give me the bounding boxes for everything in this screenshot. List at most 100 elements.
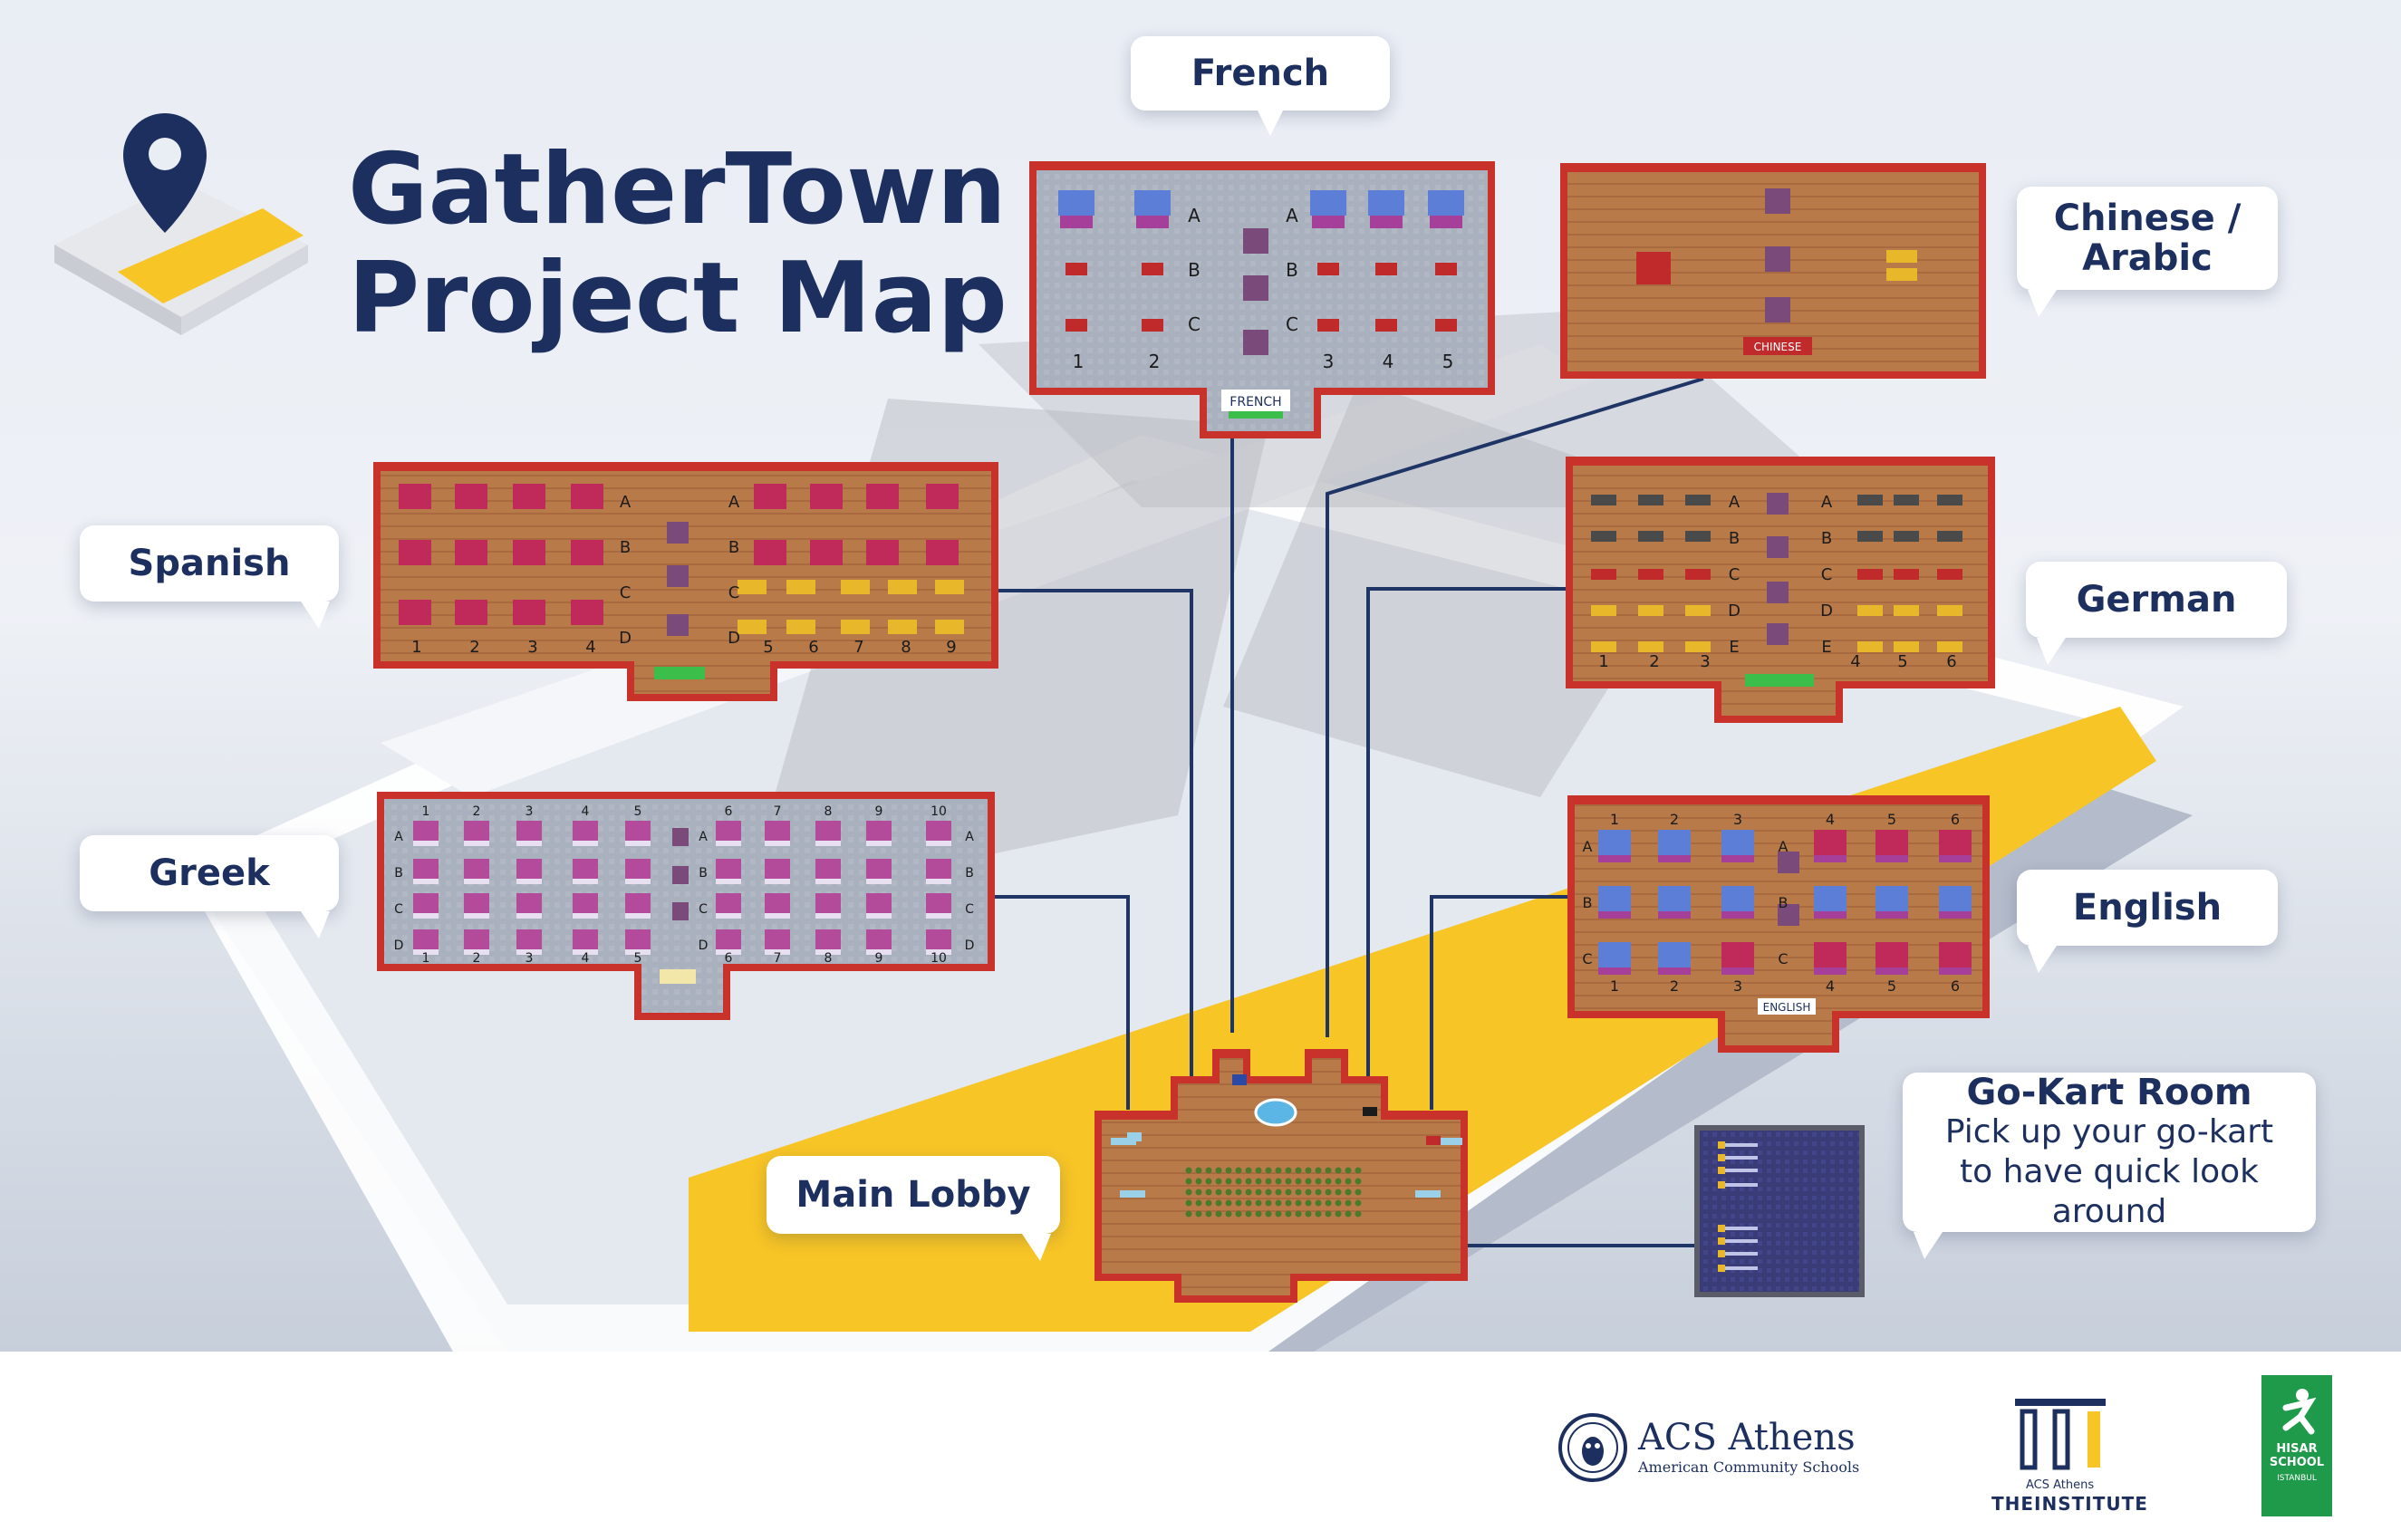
lobby-seat [1245,1210,1252,1218]
greek-col-label: 2 [473,804,481,819]
spanish-desk [455,540,487,565]
greek-desk [625,859,651,879]
acs-name: ACS Athens [1638,1417,1856,1458]
lobby-seat [1345,1189,1352,1196]
greek-col-label: 5 [634,804,642,819]
lobby-seat [1185,1210,1192,1218]
hisar-line-2: SCHOOL [2269,1456,2325,1469]
german-col-label: 5 [1897,652,1907,671]
title-line-1: GatherTown [348,133,1007,246]
spanish-row-label: B [728,538,739,557]
lobby-seat [1355,1210,1362,1218]
english-col-label: 3 [1733,977,1742,995]
greek-desk [413,821,439,841]
lobby-seat [1335,1189,1342,1196]
lobby-seat [1285,1189,1292,1196]
greek-desk [716,929,741,949]
acs-seal-icon [1558,1413,1627,1482]
spanish-row-label: C [728,583,740,602]
lobby-seat [1205,1199,1212,1207]
spanish-seat [738,580,767,594]
greek-row-label: D [965,938,975,953]
lobby-seat [1225,1210,1232,1218]
greek-desk [765,929,790,949]
german-row-label: E [1821,638,1831,657]
english-desk [1658,830,1691,855]
greek-desk [716,859,741,879]
greek-desk [464,929,489,949]
french-row-label: A [1188,205,1200,226]
spanish-seat [841,620,870,634]
chinese-desk [1636,252,1671,284]
english-desk [1598,942,1631,967]
lobby-seat [1185,1189,1192,1196]
spanish-desk [571,600,603,625]
spanish-desk [866,484,899,509]
go-kart-label: Go-Kart Room [1966,1072,2252,1113]
greek-row-label: A [394,830,403,844]
spanish-exit [654,667,705,679]
lobby-seat [1185,1178,1192,1185]
spanish-desk [926,484,959,509]
lobby-seat [1285,1210,1292,1218]
german-label: German [2076,579,2237,621]
callout-german: German [2026,562,2287,665]
lobby-seat [1275,1210,1282,1218]
german-col-label: 4 [1850,652,1860,671]
greek-desk [926,929,951,949]
greek-desk [866,893,892,913]
lobby-seat [1265,1178,1272,1185]
french-seat [1317,263,1339,275]
lobby-seat [1305,1199,1312,1207]
english-desk [1939,886,1972,911]
greek-col-label: 8 [824,951,833,966]
english-col-label: 2 [1670,977,1679,995]
french-seat [1375,319,1397,332]
lobby-seat [1245,1178,1252,1185]
lobby-seat [1345,1199,1352,1207]
greek-desk [866,929,892,949]
greek-desk [866,821,892,841]
lobby-bench [1415,1190,1441,1198]
german-row-label: D [1820,602,1833,621]
spanish-pod [667,565,689,587]
greek-desk [516,929,542,949]
greek-col-label: 1 [422,804,430,819]
greek-col-label: 10 [931,951,947,966]
spanish-pod [667,522,689,544]
lobby-seat [1325,1178,1332,1185]
english-desk [1875,886,1908,911]
spanish-desk [754,540,786,565]
spanish-desk [926,540,959,565]
english-col-label: 3 [1733,811,1742,828]
lobby-seat [1255,1199,1262,1207]
lobby-flag [1363,1107,1377,1116]
greek-label: Greek [149,852,270,894]
german-row-label: C [1821,565,1833,584]
greek-desk [765,821,790,841]
spanish-row-label: A [620,493,632,512]
kart-rack [1721,1156,1758,1160]
spanish-col-label: 5 [763,638,773,657]
lobby-seat [1235,1178,1242,1185]
lobby-seat [1215,1178,1222,1185]
greek-desk [926,821,951,841]
french-exit [1229,411,1283,419]
english-col-label: 1 [1610,811,1619,828]
french-col-label: 2 [1149,351,1161,372]
greek-pod [672,828,689,846]
greek-desk [716,821,741,841]
callout-chinese-arabic: Chinese / Arabic [2017,187,2278,317]
french-row-label: B [1188,259,1200,281]
german-row-label: A [1821,493,1833,512]
greek-col-label: 10 [931,804,947,819]
kart-rack [1721,1252,1758,1256]
french-seat [1435,319,1457,332]
greek-desk [516,821,542,841]
french-desk [1368,190,1404,216]
hisar-line-1: HISAR [2276,1442,2318,1456]
greek-desk [625,821,651,841]
callout-english: English [2017,870,2278,973]
greek-desk [573,859,598,879]
lobby-seat [1275,1167,1282,1174]
